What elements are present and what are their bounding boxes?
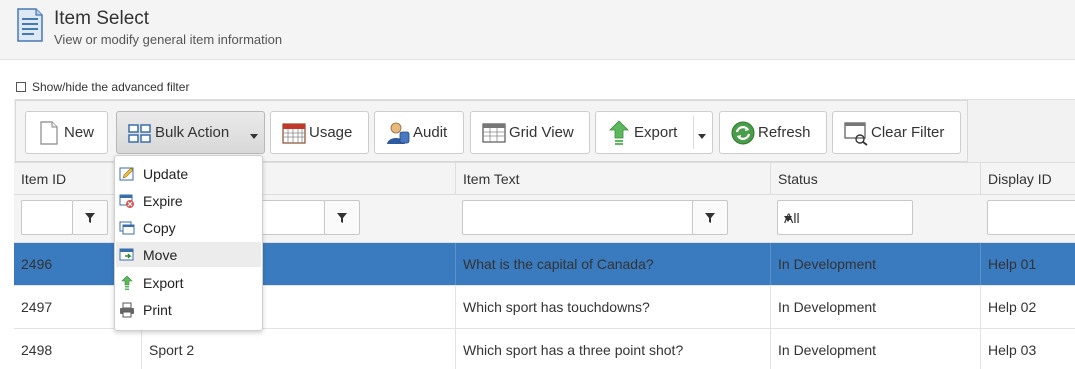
user-audit-icon xyxy=(387,122,410,144)
cell-status: In Development xyxy=(770,243,980,285)
table-row[interactable]: 2498 Sport 2 Which sport has a three poi… xyxy=(14,329,1075,369)
filter-icon xyxy=(337,212,347,223)
menu-item-label: Update xyxy=(143,165,189,182)
bulk-action-label: Bulk Action xyxy=(155,124,230,141)
filter-icon xyxy=(85,212,95,223)
new-button[interactable]: New xyxy=(25,111,108,154)
new-button-label: New xyxy=(64,124,95,141)
cell-item-text: Which sport has a three point shot? xyxy=(455,329,770,369)
page-header: Item Select View or modify general item … xyxy=(0,0,1075,60)
refresh-button-label: Refresh xyxy=(758,124,811,141)
menu-item-print[interactable]: Print xyxy=(116,297,261,322)
clear-filter-button[interactable]: Clear Filter xyxy=(832,111,961,154)
menu-item-export[interactable]: Export xyxy=(116,270,261,295)
display-id-filter-input[interactable] xyxy=(987,200,1075,235)
calendar-icon xyxy=(282,122,306,144)
cell-item-text: What is the capital of Canada? xyxy=(455,243,770,285)
advanced-filter-checkbox[interactable] xyxy=(16,82,26,92)
cell-status: In Development xyxy=(770,286,980,328)
item-text-filter-input[interactable] xyxy=(462,200,694,235)
grid-view-button[interactable]: Grid View xyxy=(470,111,590,154)
cell-name: Sport 2 xyxy=(141,329,455,369)
audit-button-label: Audit xyxy=(413,124,448,141)
usage-button[interactable]: Usage xyxy=(270,111,369,154)
copy-icon xyxy=(119,221,135,234)
audit-button[interactable]: Audit xyxy=(374,111,464,154)
cell-display-id: Help 03 xyxy=(980,329,1075,369)
cell-display-id: Help 02 xyxy=(980,286,1075,328)
grid-view-button-label: Grid View xyxy=(509,124,574,141)
item-id-filter-input[interactable] xyxy=(21,200,73,235)
chevron-down-icon[interactable] xyxy=(250,134,258,139)
menu-item-label: Copy xyxy=(143,219,176,236)
menu-item-label: Expire xyxy=(143,192,183,209)
column-header-item-text[interactable]: Item Text xyxy=(455,163,770,194)
clear-filter-icon xyxy=(844,121,868,146)
advanced-filter-label: Show/hide the advanced filter xyxy=(32,80,190,94)
column-header-display-id[interactable]: Display ID xyxy=(980,163,1075,194)
filter-icon xyxy=(705,212,715,223)
bulk-action-button[interactable]: Bulk Action xyxy=(116,111,265,154)
print-icon xyxy=(120,302,134,317)
export-icon xyxy=(121,275,133,290)
move-icon xyxy=(119,248,134,260)
chevron-down-icon xyxy=(784,216,792,222)
menu-item-move[interactable]: Move xyxy=(116,242,261,267)
chevron-down-icon[interactable] xyxy=(698,134,706,139)
advanced-filter-toggle[interactable]: Show/hide the advanced filter xyxy=(16,80,189,94)
usage-button-label: Usage xyxy=(309,124,353,141)
toolbar-button-group: New Bulk Action Usage Audit Grid View Ex… xyxy=(15,100,968,162)
menu-item-label: Print xyxy=(143,301,172,318)
menu-item-expire[interactable]: Expire xyxy=(116,188,261,213)
refresh-icon xyxy=(731,121,755,144)
menu-item-update[interactable]: Update xyxy=(116,161,261,186)
export-arrow-icon xyxy=(609,119,629,145)
menu-item-copy[interactable]: Copy xyxy=(116,215,261,240)
cell-item-text: Which sport has touchdowns? xyxy=(455,286,770,328)
page-title: Item Select xyxy=(54,8,150,29)
grid-icon xyxy=(128,123,151,143)
refresh-button[interactable]: Refresh xyxy=(719,111,827,154)
item-id-filter-button[interactable] xyxy=(72,200,108,235)
item-text-filter-button[interactable] xyxy=(692,200,728,235)
status-filter-select[interactable]: All xyxy=(777,200,913,235)
edit-icon xyxy=(119,167,134,180)
cell-display-id: Help 01 xyxy=(980,243,1075,285)
new-document-icon xyxy=(40,120,58,145)
menu-item-label: Move xyxy=(143,246,178,263)
menu-item-label: Export xyxy=(143,274,184,291)
divider xyxy=(693,116,694,149)
bulk-action-menu: Update Expire Copy Move Export Print xyxy=(114,155,263,331)
export-button[interactable]: Export xyxy=(595,111,713,154)
cell-status: In Development xyxy=(770,329,980,369)
clear-filter-button-label: Clear Filter xyxy=(871,124,945,141)
column-header-status[interactable]: Status xyxy=(770,163,980,194)
name-filter-button[interactable] xyxy=(324,200,360,235)
toolbar: New Bulk Action Usage Audit Grid View Ex… xyxy=(14,99,1075,162)
document-list-icon xyxy=(17,8,43,42)
cell-item-id: 2498 xyxy=(21,342,53,358)
grid-view-icon xyxy=(482,122,506,143)
page-subtitle: View or modify general item information xyxy=(54,32,283,47)
expire-icon xyxy=(119,194,134,208)
export-button-label: Export xyxy=(634,124,678,141)
name-filter-input[interactable] xyxy=(259,200,325,235)
